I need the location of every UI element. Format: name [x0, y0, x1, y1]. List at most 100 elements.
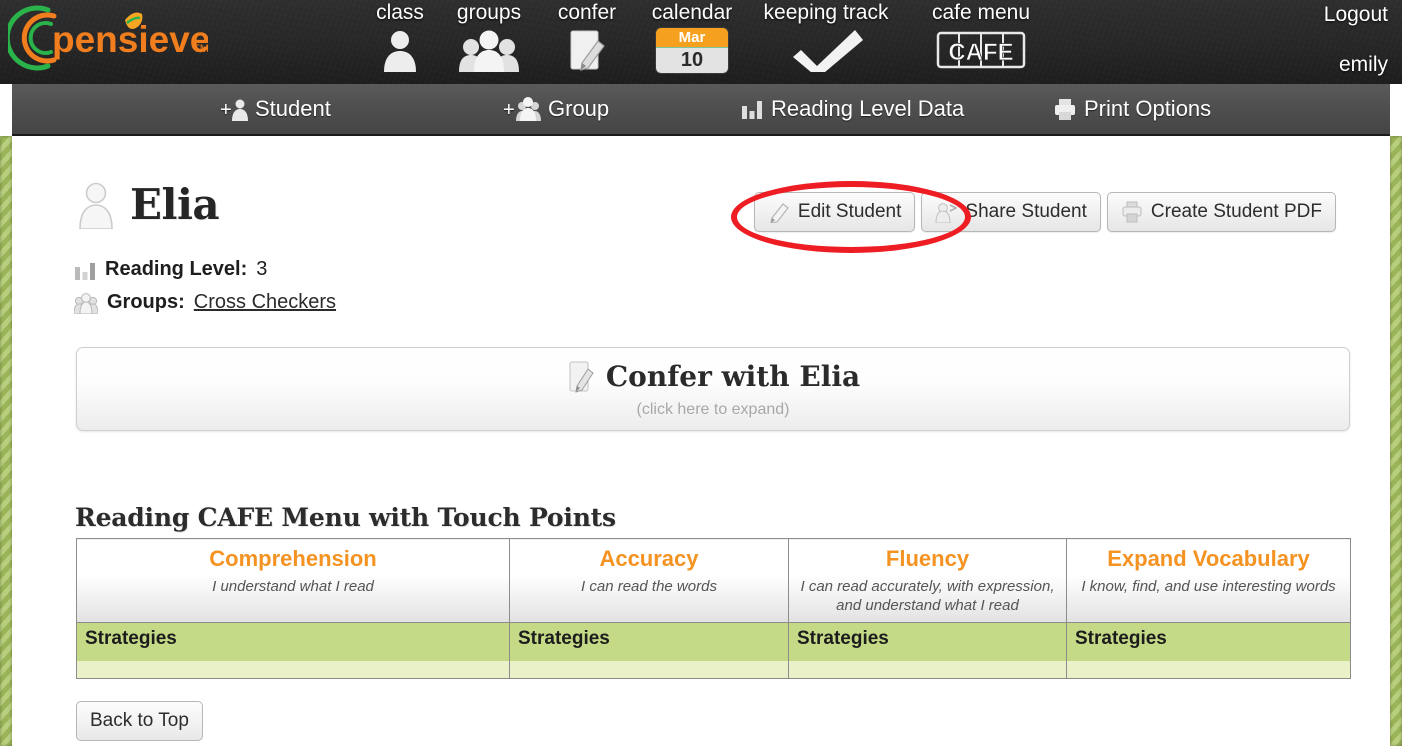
groups-label: Groups:: [107, 291, 185, 313]
print-options-button[interactable]: Print Options: [1053, 84, 1211, 134]
nav-item-cafe-menu[interactable]: cafe menu CAFE: [913, 0, 1049, 84]
strategies-body: [510, 661, 788, 678]
nav-item-confer[interactable]: confer: [543, 0, 631, 84]
pencil-icon: [768, 201, 790, 224]
cafe-menu-table: Comprehension I understand what I read A…: [76, 538, 1351, 679]
strategies-label: Strategies: [85, 628, 177, 649]
back-to-top-button[interactable]: Back to Top: [76, 701, 203, 741]
printer-icon: [1053, 97, 1077, 121]
calendar-icon: Mar 10: [641, 26, 743, 74]
note-pencil-icon: [566, 360, 596, 394]
add-people-icon: +: [503, 97, 541, 121]
add-group-label: Group: [548, 96, 610, 121]
column-desc: I can read the words: [581, 578, 717, 595]
username-label[interactable]: emily: [1324, 30, 1388, 80]
confer-panel[interactable]: Confer with Elia (click here to expand): [76, 347, 1350, 431]
calendar-day: 10: [656, 47, 728, 73]
strategies-cell-fluency[interactable]: Strategies: [788, 622, 1067, 679]
nav-label-class: class: [376, 1, 424, 24]
checkmark-icon: [750, 26, 902, 74]
cafe-icon-text: CAFE: [948, 39, 1013, 66]
column-desc: I know, find, and use interesting words: [1081, 578, 1336, 595]
add-student-label: Student: [255, 96, 331, 121]
strategies-cell-comprehension[interactable]: Strategies: [76, 622, 510, 679]
printer-icon: [1121, 201, 1143, 223]
share-student-button[interactable]: Share Student: [921, 192, 1101, 232]
nav-label-cafe-menu: cafe menu: [931, 1, 1031, 24]
nav-item-keeping-track[interactable]: keeping track: [750, 0, 902, 84]
reading-level-label: Reading Level:: [105, 258, 248, 280]
nav-label-confer: confer: [557, 1, 617, 24]
confer-title: Confer with Elia: [605, 360, 861, 393]
edit-student-button[interactable]: Edit Student: [753, 192, 916, 232]
group-link-cross-checkers[interactable]: Cross Checkers: [194, 291, 336, 314]
svg-text:+: +: [220, 99, 232, 121]
column-title: Expand Vocabulary: [1107, 546, 1310, 571]
people-icon: [73, 292, 99, 314]
edit-student-label: Edit Student: [797, 201, 902, 222]
share-person-icon: [935, 201, 959, 224]
column-comprehension[interactable]: Comprehension I understand what I read: [76, 538, 510, 623]
column-desc: I understand what I read: [212, 578, 374, 595]
account-area: Logout emily: [1324, 0, 1388, 80]
add-group-button[interactable]: + Group: [503, 84, 609, 134]
reading-level-row: Reading Level: 3: [74, 258, 267, 281]
person-icon: [358, 26, 442, 74]
column-title: Accuracy: [599, 546, 699, 571]
bar-chart-icon: [740, 98, 764, 120]
strategies-cell-expand-vocabulary[interactable]: Strategies: [1066, 622, 1351, 679]
people-icon: [443, 26, 535, 74]
strategies-label: Strategies: [797, 628, 889, 649]
logout-link[interactable]: Logout: [1324, 0, 1388, 30]
person-outline-icon: [76, 181, 116, 230]
student-actions: Edit Student Share Student Create Studen…: [753, 192, 1336, 232]
confer-subtitle: (click here to expand): [636, 400, 790, 418]
nav-item-calendar[interactable]: calendar Mar 10: [641, 0, 743, 84]
strategies-label: Strategies: [518, 628, 610, 649]
main-content: Elia Reading Level: 3 Groups: Cross Chec…: [12, 136, 1390, 746]
strategies-label: Strategies: [1075, 628, 1167, 649]
groups-row: Groups: Cross Checkers: [73, 291, 336, 314]
add-student-button[interactable]: + Student: [220, 84, 331, 134]
secondary-toolbar: + Student + Group Reading Level Data Pri…: [12, 84, 1390, 136]
pensieve-logo[interactable]: pensieve TM: [8, 4, 208, 72]
cafe-section-heading: Reading CAFE Menu with Touch Points: [75, 503, 616, 532]
right-striped-border: [1390, 136, 1402, 746]
table-header-row: Comprehension I understand what I read A…: [76, 538, 1351, 623]
column-fluency[interactable]: Fluency I can read accurately, with expr…: [788, 538, 1067, 623]
create-student-pdf-button[interactable]: Create Student PDF: [1106, 192, 1336, 232]
strategies-body: [1067, 661, 1350, 678]
column-title: Comprehension: [209, 546, 377, 571]
left-striped-border: [0, 136, 12, 746]
nav-label-groups: groups: [456, 1, 522, 24]
bar-chart-icon: [74, 259, 96, 281]
column-accuracy[interactable]: Accuracy I can read the words: [509, 538, 789, 623]
page-title: Elia: [130, 180, 220, 229]
svg-text:+: +: [503, 99, 515, 121]
note-pencil-icon: [543, 26, 631, 74]
column-title: Fluency: [885, 546, 970, 571]
nav-label-keeping-track: keeping track: [763, 1, 889, 24]
nav-label-calendar: calendar: [651, 1, 733, 24]
add-person-icon: +: [220, 97, 248, 121]
top-header-bar: pensieve TM class groups confer calendar…: [0, 0, 1402, 84]
column-expand-vocabulary[interactable]: Expand Vocabulary I know, find, and use …: [1066, 538, 1351, 623]
confer-title-row: Confer with Elia: [566, 360, 860, 394]
reading-level-data-label: Reading Level Data: [771, 96, 965, 121]
nav-item-class[interactable]: class: [358, 0, 442, 84]
strategies-cell-accuracy[interactable]: Strategies: [509, 622, 789, 679]
print-options-label: Print Options: [1084, 96, 1212, 121]
create-student-pdf-label: Create Student PDF: [1150, 201, 1322, 222]
strategies-body: [789, 661, 1066, 678]
column-desc: I can read accurately, with expression, …: [800, 578, 1055, 614]
reading-level-value: 3: [256, 258, 268, 280]
strategies-body: [77, 661, 509, 678]
calendar-month: Mar: [656, 27, 728, 48]
reading-level-data-button[interactable]: Reading Level Data: [740, 84, 964, 134]
share-student-label: Share Student: [965, 201, 1087, 222]
cafe-icon: CAFE: [913, 26, 1049, 74]
svg-text:TM: TM: [193, 43, 208, 55]
nav-item-groups[interactable]: groups: [443, 0, 535, 84]
student-header: Elia: [76, 180, 220, 230]
strategies-row: Strategies Strategies Strategies Strateg…: [76, 622, 1351, 679]
